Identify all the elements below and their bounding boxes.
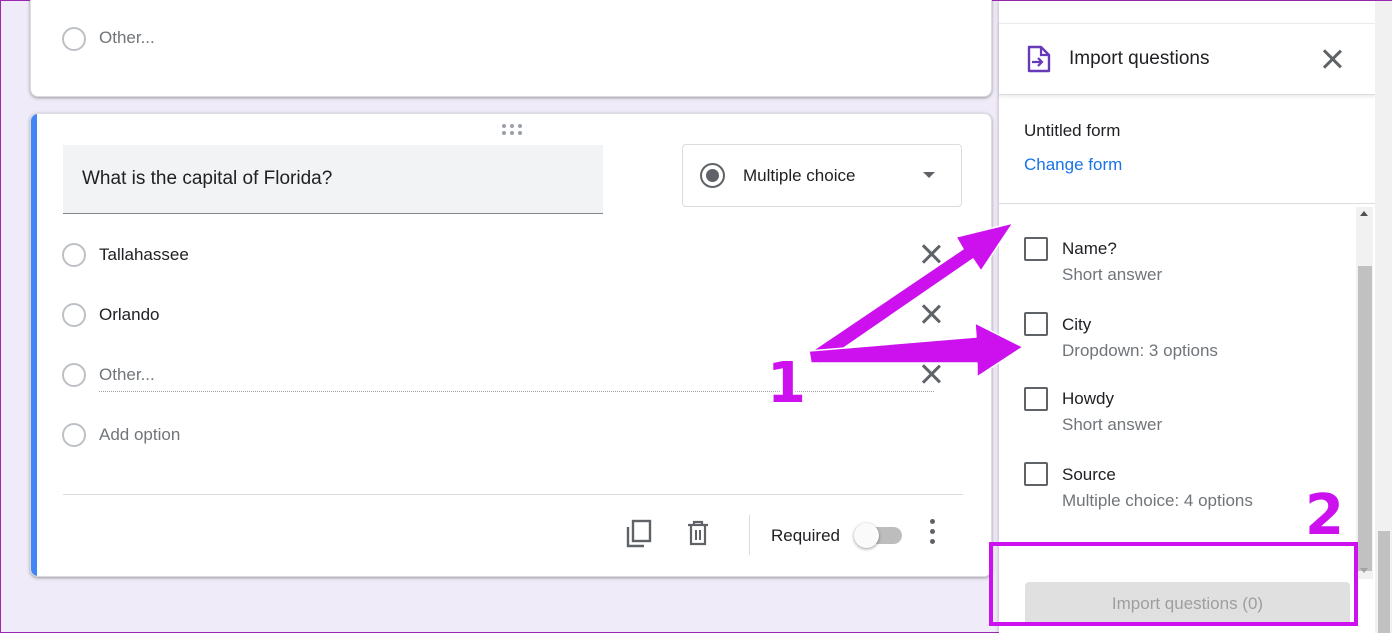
annotation-highlight-box <box>989 542 1358 626</box>
previous-question-card: Other... <box>30 0 992 97</box>
panel-scrollbar-thumb[interactable] <box>1358 266 1372 571</box>
radio-option-other[interactable] <box>62 363 86 387</box>
change-form-link[interactable]: Change form <box>1024 155 1122 175</box>
delete-icon[interactable] <box>687 520 709 546</box>
card-footer-divider <box>63 494 963 495</box>
import-file-icon <box>1027 45 1051 73</box>
radio-selected-icon <box>700 163 725 188</box>
import-item-subtitle: Short answer <box>1062 265 1163 284</box>
add-option-button[interactable]: Add option <box>99 425 180 445</box>
import-item-subtitle: Multiple choice: 4 options <box>1062 491 1253 510</box>
checkbox-import-item-2[interactable] <box>1024 312 1048 336</box>
checkbox-import-item-1[interactable] <box>1024 237 1048 261</box>
import-item-title: Source <box>1062 465 1116 484</box>
option-2-input[interactable]: Orlando <box>99 305 159 325</box>
more-vert-icon[interactable] <box>926 519 938 547</box>
panel-title: Import questions <box>1069 48 1210 69</box>
option-other-previous[interactable]: Other... <box>99 28 155 48</box>
option-1-input[interactable]: Tallahassee <box>99 245 189 265</box>
import-item-subtitle: Short answer <box>1062 415 1163 434</box>
question-type-label: Multiple choice <box>743 166 856 185</box>
radio-option-2[interactable] <box>62 303 86 327</box>
scroll-up-arrow-icon[interactable] <box>1360 211 1368 216</box>
list-divider <box>999 203 1375 204</box>
import-item-title: City <box>1062 315 1092 334</box>
other-option-underline <box>99 391 934 392</box>
source-form-name: Untitled form <box>1024 121 1121 140</box>
close-icon[interactable] <box>1320 47 1344 71</box>
scroll-down-arrow-icon[interactable] <box>1360 568 1368 573</box>
close-icon[interactable] <box>919 242 943 266</box>
question-type-dropdown[interactable]: Multiple choice <box>682 144 962 207</box>
required-label: Required <box>771 526 840 545</box>
radio-other-previous[interactable] <box>62 27 86 51</box>
required-toggle-knob[interactable] <box>854 523 879 548</box>
close-icon[interactable] <box>919 362 943 386</box>
annotation-step-2: 2 <box>1305 483 1344 548</box>
footer-separator <box>749 515 750 555</box>
annotation-step-1: 1 <box>767 351 806 416</box>
active-card-accent <box>31 114 37 576</box>
radio-add-option <box>62 423 86 447</box>
duplicate-icon[interactable] <box>625 519 653 549</box>
radio-option-1[interactable] <box>62 243 86 267</box>
page-scrollbar-thumb[interactable] <box>1378 531 1390 633</box>
close-icon[interactable] <box>919 302 943 326</box>
question-title-input[interactable]: What is the capital of Florida? <box>63 145 603 214</box>
import-item-title: Name? <box>1062 239 1117 258</box>
import-item-title: Howdy <box>1062 389 1114 408</box>
dropdown-caret-icon <box>923 172 935 178</box>
question-card: What is the capital of Florida? Multiple… <box>30 113 992 577</box>
drag-handle-icon[interactable] <box>502 124 524 136</box>
checkbox-import-item-4[interactable] <box>1024 462 1048 486</box>
panel-header: Import questions <box>999 23 1375 95</box>
checkbox-import-item-3[interactable] <box>1024 387 1048 411</box>
import-item-subtitle: Dropdown: 3 options <box>1062 341 1218 360</box>
option-other-input[interactable]: Other... <box>99 365 155 385</box>
